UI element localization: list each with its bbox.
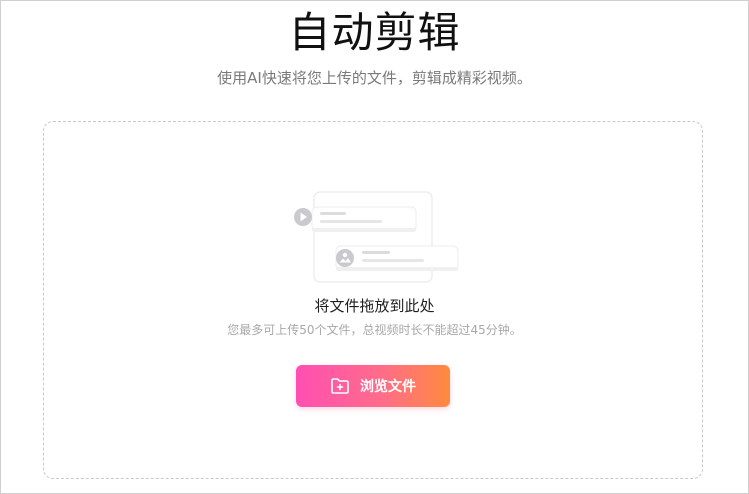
page-subtitle: 使用AI快速将您上传的文件，剪辑成精彩视频。 <box>217 69 532 87</box>
folder-plus-icon <box>331 378 349 394</box>
play-circle-icon <box>294 208 312 226</box>
dropzone-title: 将文件拖放到此处 <box>314 297 435 315</box>
page-title: 自动剪辑 <box>288 8 461 57</box>
upload-illustration <box>294 191 459 283</box>
dropzone-hint: 您最多可上传50个文件，总视频时长不能超过45分钟。 <box>227 323 522 337</box>
image-circle-icon <box>336 249 354 267</box>
browse-files-button[interactable]: 浏览文件 <box>296 365 450 407</box>
browse-files-label: 浏览文件 <box>360 379 416 395</box>
